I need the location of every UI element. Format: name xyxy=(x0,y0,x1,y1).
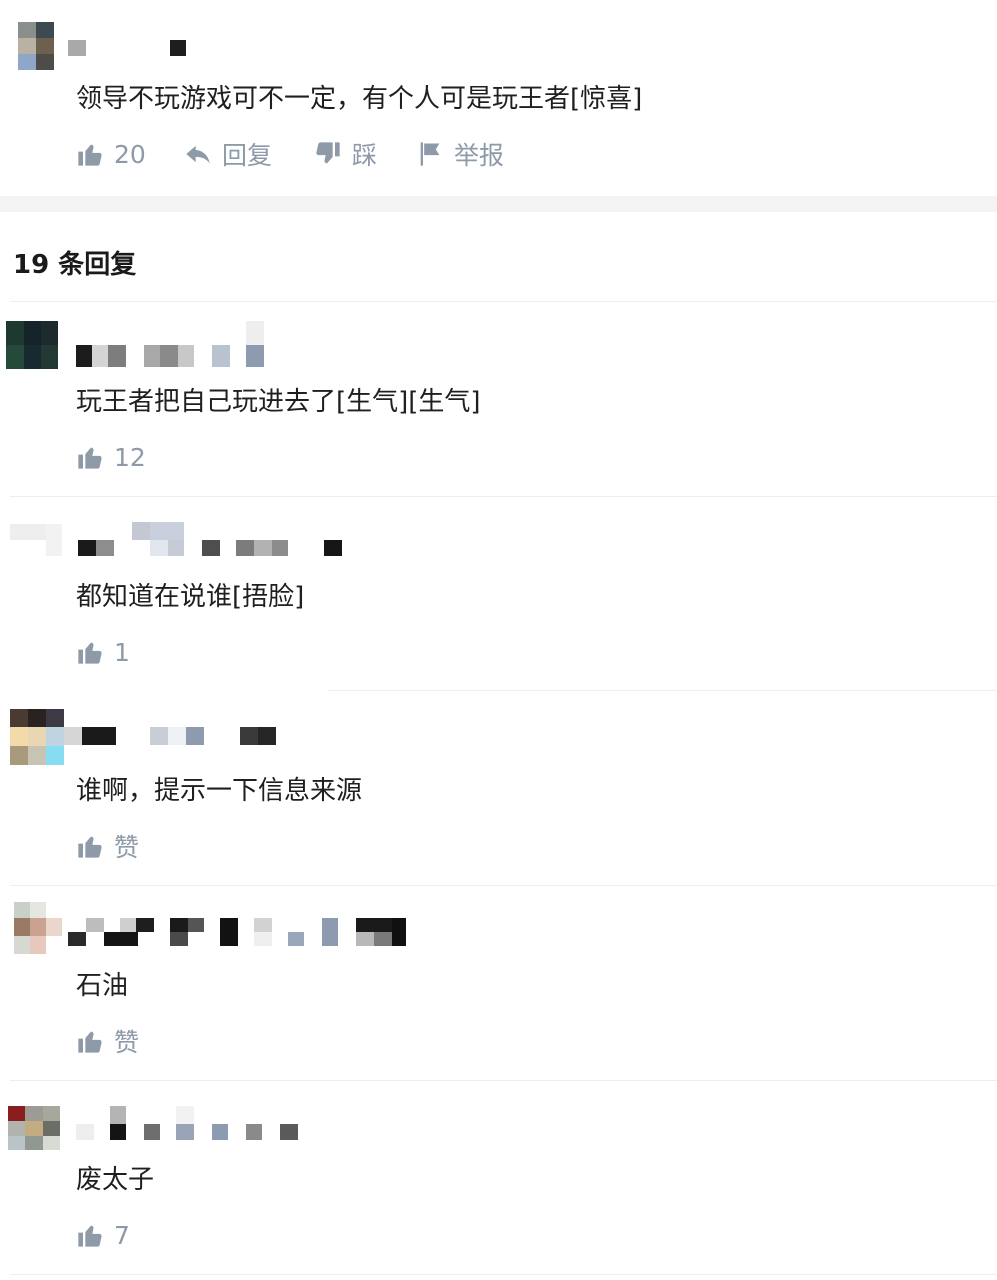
divider xyxy=(10,1080,997,1081)
reply-text: 石油 xyxy=(76,971,129,1001)
divider xyxy=(328,690,997,691)
reply-username[interactable] xyxy=(64,727,278,747)
reply-avatar[interactable] xyxy=(14,902,62,954)
divider xyxy=(10,301,997,302)
reply-avatar[interactable] xyxy=(8,1106,60,1150)
reply-like-button[interactable]: 1 xyxy=(76,636,130,668)
reply-like-button[interactable]: 7 xyxy=(76,1219,130,1251)
reply-like-count: 7 xyxy=(114,1220,130,1250)
reply-text: 都知道在说谁[捂脸] xyxy=(76,582,305,612)
main-comment-text: 领导不玩游戏可不一定，有个人可是玩王者[惊喜] xyxy=(76,84,643,114)
divider xyxy=(10,885,997,886)
thumbs-down-icon xyxy=(316,142,340,164)
reply-like-label: 赞 xyxy=(114,1028,140,1057)
reply-arrow-icon xyxy=(186,145,210,164)
section-divider-band xyxy=(0,196,997,212)
reply-username[interactable] xyxy=(76,1106,298,1142)
thumbs-up-icon xyxy=(78,836,102,858)
divider xyxy=(10,496,997,497)
reply-text: 谁啊，提示一下信息来源 xyxy=(76,776,363,806)
reply-username[interactable] xyxy=(68,918,408,950)
divider xyxy=(10,1274,997,1275)
reply-like-button[interactable]: 12 xyxy=(76,441,146,473)
reply-avatar[interactable] xyxy=(6,321,58,369)
dislike-button[interactable]: 踩 xyxy=(314,138,377,170)
replies-count-title: 19 条回复 xyxy=(13,250,137,280)
thumbs-up-icon xyxy=(78,447,102,469)
reply-username[interactable] xyxy=(78,522,348,558)
reply-button[interactable]: 回复 xyxy=(184,138,272,170)
thumbs-up-icon xyxy=(78,1225,102,1247)
reply-avatar[interactable] xyxy=(10,524,62,556)
reply-text: 废太子 xyxy=(76,1165,155,1195)
thumbs-up-icon xyxy=(78,642,102,664)
reply-like-button[interactable]: 赞 xyxy=(76,1025,139,1057)
thumbs-up-icon xyxy=(78,144,102,166)
report-label: 举报 xyxy=(454,141,505,170)
report-button[interactable]: 举报 xyxy=(416,138,504,170)
reply-like-label: 赞 xyxy=(114,833,140,862)
flag-icon xyxy=(420,142,440,166)
like-count: 20 xyxy=(114,139,146,169)
main-comment-avatar[interactable] xyxy=(18,22,54,70)
dislike-label: 踩 xyxy=(352,141,378,170)
like-button[interactable]: 20 xyxy=(76,138,146,170)
reply-text: 玩王者把自己玩进去了[生气][生气] xyxy=(76,387,481,417)
reply-like-count: 12 xyxy=(114,442,146,472)
reply-avatar[interactable] xyxy=(10,709,64,765)
reply-like-count: 1 xyxy=(114,637,130,667)
reply-like-button[interactable]: 赞 xyxy=(76,830,139,862)
thumbs-up-icon xyxy=(78,1031,102,1053)
main-comment-username[interactable] xyxy=(68,40,188,58)
reply-username[interactable] xyxy=(76,321,276,369)
reply-label: 回复 xyxy=(222,141,273,170)
